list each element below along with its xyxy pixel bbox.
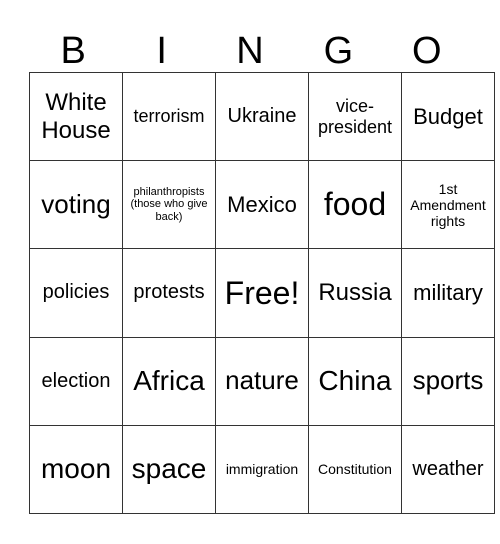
bingo-cell[interactable]: philanthropists (those who give back) [122,160,216,250]
grid-row: election Africa nature China sports [29,336,495,426]
bingo-cell[interactable]: space [122,424,216,515]
header-letter-g: G [323,30,354,72]
bingo-cell[interactable]: Mexico [215,160,309,250]
bingo-cell[interactable]: Africa [122,336,216,426]
bingo-cell[interactable]: vice-president [308,71,402,162]
header-letter-n: N [236,30,264,72]
grid-row: voting philanthropists (those who give b… [29,160,495,250]
bingo-cell[interactable]: terrorism [122,71,216,162]
header-letter-b: B [60,30,86,72]
bingo-cell[interactable]: election [29,336,123,426]
bingo-cell[interactable]: weather [401,424,495,515]
bingo-cell[interactable]: food [308,160,402,250]
bingo-cell[interactable]: immigration [215,424,309,515]
grid-row: moon space immigration Constitution weat… [29,424,495,515]
bingo-cell[interactable]: sports [401,336,495,426]
bingo-cell[interactable]: 1st Amendment rights [401,160,495,250]
bingo-cell[interactable]: voting [29,160,123,250]
bingo-cell[interactable]: White House [29,71,123,162]
bingo-grid: White House terrorism Ukraine vice-presi… [29,71,495,515]
bingo-cell[interactable]: policies [29,248,123,338]
header-letter-i: I [156,30,167,72]
bingo-cell[interactable]: China [308,336,402,426]
bingo-cell[interactable]: Constitution [308,424,402,515]
grid-row: policies protests Free! Russia military [29,248,495,338]
bingo-cell[interactable]: protests [122,248,216,338]
header-letter-o: O [412,30,442,72]
bingo-header: B I N G O [29,30,471,72]
bingo-cell[interactable]: Ukraine [215,71,309,162]
bingo-cell[interactable]: moon [29,424,123,515]
bingo-cell[interactable]: military [401,248,495,338]
bingo-cell[interactable]: Budget [401,71,495,162]
bingo-cell[interactable]: Russia [308,248,402,338]
grid-row: White House terrorism Ukraine vice-presi… [29,71,495,162]
free-space-cell[interactable]: Free! [215,248,309,338]
bingo-cell[interactable]: nature [215,336,309,426]
